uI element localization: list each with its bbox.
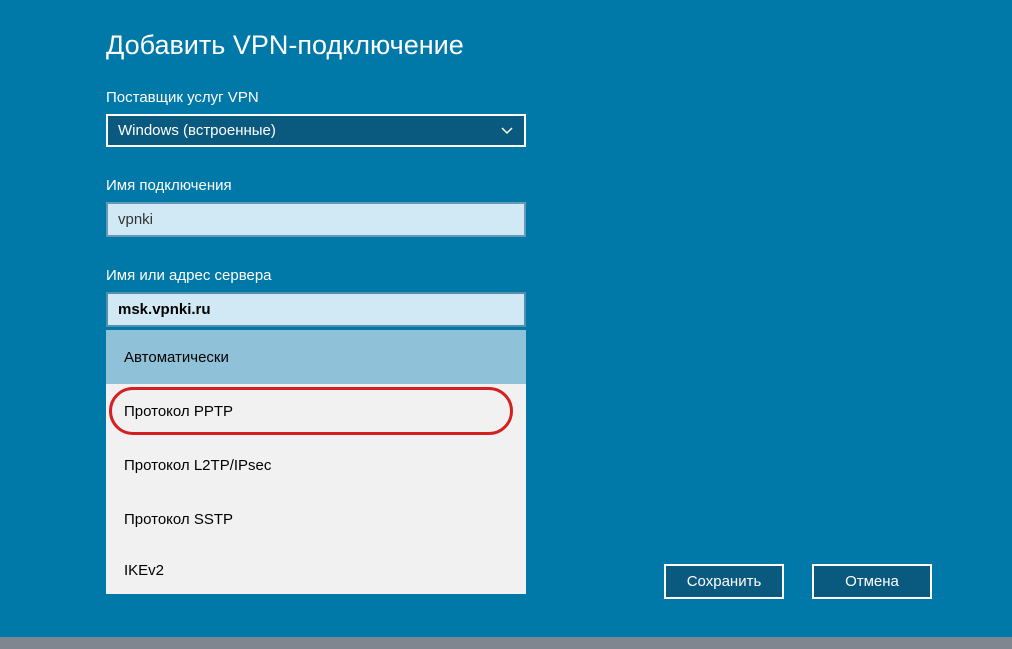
- vpn-type-option-pptp[interactable]: Протокол PPTP: [106, 384, 526, 438]
- connection-name-input[interactable]: [106, 202, 526, 237]
- vpn-type-option-auto[interactable]: Автоматически: [106, 330, 526, 384]
- vpn-provider-label: Поставщик услуг VPN: [106, 89, 1012, 106]
- dropdown-item-label: Протокол PPTP: [124, 403, 233, 420]
- dropdown-item-label: Протокол L2TP/IPsec: [124, 457, 271, 474]
- vpn-provider-group: Поставщик услуг VPN Windows (встроенные): [106, 89, 1012, 147]
- connection-name-group: Имя подключения: [106, 177, 1012, 237]
- page-title: Добавить VPN-подключение: [106, 30, 1012, 61]
- save-button[interactable]: Сохранить: [664, 564, 784, 599]
- server-address-group: Имя или адрес сервера Автоматически Прот…: [106, 267, 1012, 594]
- vpn-type-option-l2tp[interactable]: Протокол L2TP/IPsec: [106, 438, 526, 492]
- dropdown-item-label: Автоматически: [124, 349, 229, 366]
- chevron-down-icon: [500, 124, 514, 138]
- vpn-provider-value: Windows (встроенные): [118, 122, 276, 139]
- server-address-input[interactable]: [106, 292, 526, 327]
- dropdown-item-label: Протокол SSTP: [124, 511, 233, 528]
- vpn-type-option-sstp[interactable]: Протокол SSTP: [106, 492, 526, 546]
- connection-name-label: Имя подключения: [106, 177, 1012, 194]
- bottom-strip: [0, 637, 1012, 649]
- vpn-provider-select[interactable]: Windows (встроенные): [106, 114, 526, 147]
- server-address-label: Имя или адрес сервера: [106, 267, 1012, 284]
- button-row: Сохранить Отмена: [664, 564, 932, 599]
- dropdown-item-label: IKEv2: [124, 562, 164, 579]
- vpn-type-option-ikev2[interactable]: IKEv2: [106, 546, 526, 594]
- vpn-type-dropdown: Автоматически Протокол PPTP Протокол L2T…: [106, 330, 526, 594]
- cancel-button[interactable]: Отмена: [812, 564, 932, 599]
